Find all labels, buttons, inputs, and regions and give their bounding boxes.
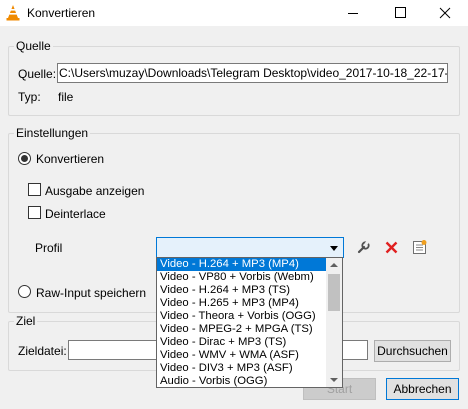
deinterlace-checkbox[interactable] — [28, 206, 41, 219]
raw-input-label[interactable]: Raw-Input speichern — [36, 286, 146, 300]
chevron-down-icon — [330, 246, 338, 251]
show-output-label[interactable]: Ausgabe anzeigen — [45, 184, 144, 198]
destination-label: Zieldatei: — [18, 344, 67, 358]
profile-option[interactable]: Video - MPEG-2 + MPGA (TS) — [157, 323, 327, 336]
type-value: file — [58, 90, 74, 104]
scrollbar-thumb[interactable] — [328, 274, 340, 311]
show-output-checkbox[interactable] — [28, 183, 41, 196]
scroll-down-icon[interactable] — [330, 378, 338, 382]
profile-options[interactable]: Video - H.264 + MP3 (MP4) Video - VP80 +… — [157, 258, 327, 388]
source-group-title: Quelle — [14, 39, 53, 53]
profile-label: Profil — [35, 241, 63, 255]
browse-button[interactable]: Durchsuchen — [374, 340, 451, 362]
close-button[interactable] — [422, 0, 468, 26]
profile-option[interactable]: Video - VP80 + Vorbis (Webm) — [157, 271, 327, 284]
source-path-field[interactable]: C:\Users\muzay\Downloads\Telegram Deskto… — [57, 63, 448, 83]
new-profile-icon[interactable] — [409, 237, 430, 258]
profile-option[interactable]: Video - DIV3 + MP3 (ASF) — [157, 362, 327, 375]
convert-radio-label[interactable]: Konvertieren — [36, 152, 104, 166]
settings-group-title: Einstellungen — [14, 126, 91, 140]
cancel-button[interactable]: Abbrechen — [386, 378, 459, 400]
type-label: Typ: — [18, 90, 41, 104]
maximize-button[interactable] — [377, 0, 423, 26]
profile-option[interactable]: Video - H.265 + MP3 (MP4) — [157, 297, 327, 310]
delete-icon[interactable] — [381, 237, 402, 258]
minimize-button[interactable] — [330, 0, 376, 26]
wrench-icon[interactable] — [353, 237, 374, 258]
raw-input-radio[interactable] — [18, 285, 31, 298]
profile-option[interactable]: Video - Dirac + MP3 (TS) — [157, 336, 327, 349]
title-bar: Konvertieren — [0, 0, 468, 26]
profile-dropdown-list[interactable]: Video - H.264 + MP3 (MP4) Video - VP80 +… — [156, 257, 343, 388]
profile-option[interactable]: Video - WMV + WMA (ASF) — [157, 349, 327, 362]
source-label: Quelle: — [18, 67, 57, 81]
destination-group-title: Ziel — [14, 314, 38, 328]
profile-option[interactable]: Video - H.264 + MP3 (TS) — [157, 284, 327, 297]
dropdown-scrollbar[interactable] — [326, 258, 342, 387]
window-title: Konvertieren — [27, 6, 96, 20]
convert-radio[interactable] — [18, 152, 31, 165]
scroll-up-icon[interactable] — [330, 263, 338, 267]
deinterlace-label[interactable]: Deinterlace — [45, 207, 106, 221]
profile-option[interactable]: Audio - Vorbis (OGG) — [157, 375, 327, 388]
vlc-cone-icon — [6, 5, 20, 21]
profile-option[interactable]: Video - H.264 + MP3 (MP4) — [157, 258, 327, 271]
profile-select[interactable] — [156, 237, 344, 258]
profile-option[interactable]: Video - Theora + Vorbis (OGG) — [157, 310, 327, 323]
